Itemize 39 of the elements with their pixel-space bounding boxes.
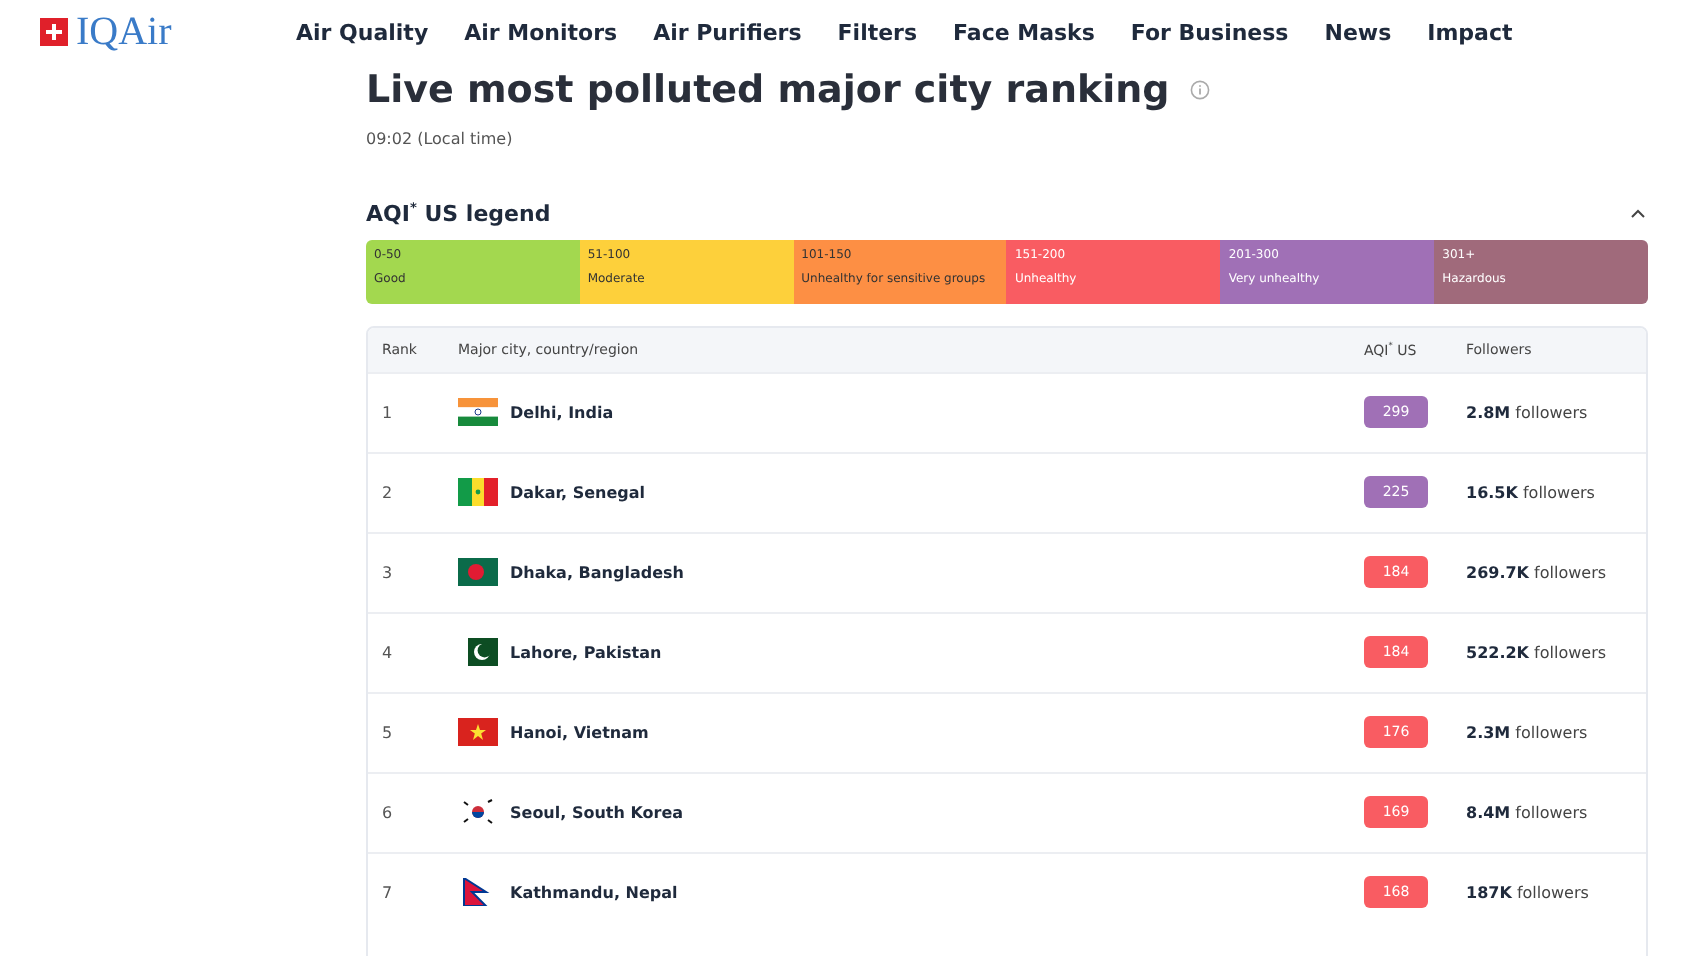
swiss-cross-icon	[40, 18, 68, 46]
flag-icon	[458, 558, 498, 587]
logo[interactable]: IQAir	[76, 9, 172, 55]
followers-count: 522.2K followers	[1466, 643, 1609, 662]
page-title: Live most polluted major city ranking	[366, 68, 1170, 112]
legend-title: AQI$^{*}$ US legend	[366, 200, 551, 228]
rank-cell-text: 3	[382, 563, 395, 582]
nav-link[interactable]: For Business	[1130, 19, 1289, 45]
flag-icon	[458, 398, 498, 427]
rank-cell-text: 2	[382, 483, 395, 502]
nav-link[interactable]: News	[1324, 19, 1392, 45]
city-name[interactable]: Dhaka, Bangladesh	[510, 563, 684, 582]
city-name[interactable]: Seoul, South Korea	[510, 803, 684, 822]
rank-cell-text: 5	[382, 723, 395, 742]
nav-link[interactable]: Air Monitors	[464, 19, 618, 45]
local-time: 09:02 (Local time)	[366, 130, 515, 148]
rank-cell-text: 1	[382, 403, 395, 422]
followers-count: 269.7K followers	[1466, 563, 1609, 582]
city-name[interactable]: Delhi, India	[510, 403, 614, 422]
city-name[interactable]: Dakar, Senegal	[510, 483, 646, 502]
followers-count: 2.3M followers	[1466, 723, 1590, 742]
city-name[interactable]: Lahore, Pakistan	[510, 643, 662, 662]
city-name[interactable]: Kathmandu, Nepal	[510, 883, 678, 902]
rank-cell-text: 7	[382, 883, 395, 902]
nav-link[interactable]: Face Masks	[953, 19, 1095, 45]
followers-count: 187K followers	[1466, 883, 1591, 902]
rank-cell-text: 4	[382, 643, 395, 662]
followers-count: 8.4M followers	[1466, 803, 1590, 822]
flag-icon	[458, 478, 498, 507]
nav-link[interactable]: Filters	[837, 19, 918, 45]
rank-cell-text: 6	[382, 803, 395, 822]
nav-link[interactable]: Air Quality	[296, 19, 429, 45]
flag-icon	[458, 718, 498, 747]
city-name[interactable]: Hanoi, Vietnam	[510, 723, 649, 742]
nav-link[interactable]: Impact	[1427, 19, 1513, 45]
nav-link[interactable]: Air Purifiers	[653, 19, 802, 45]
followers-count: 16.5K followers	[1466, 483, 1597, 502]
followers-count: 2.8M followers	[1466, 403, 1590, 422]
flag-icon	[458, 798, 498, 827]
